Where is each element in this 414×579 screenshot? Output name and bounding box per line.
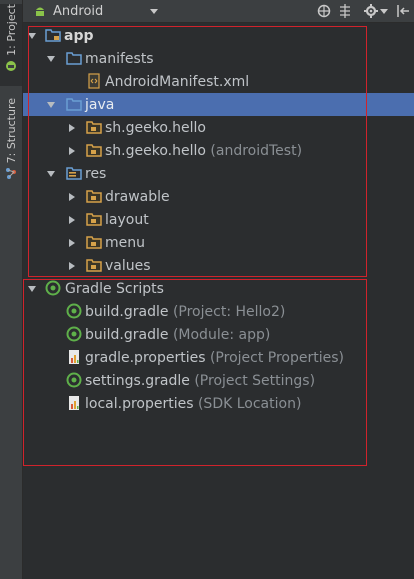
tree-item-label: Gradle Scripts: [65, 280, 164, 297]
expand-arrow-icon[interactable]: [46, 100, 56, 110]
folder-icon: [66, 96, 82, 112]
expand-arrow-icon[interactable]: [67, 215, 77, 225]
tree-item-label: values: [105, 257, 151, 274]
tree-item-label: app: [64, 27, 94, 44]
expand-arrow-icon[interactable]: [67, 261, 77, 271]
tree-item-label: java: [85, 96, 115, 113]
tree-item-label: gradle.properties: [85, 349, 206, 366]
tree-item-layout[interactable]: layout: [23, 208, 414, 231]
structure-icon: [6, 168, 16, 180]
project-toolbar: Android: [23, 0, 414, 23]
android-project-icon: [6, 60, 16, 71]
tree-item-label: build.gradle: [85, 326, 169, 343]
folder-icon: [86, 188, 102, 204]
collapse-all-icon[interactable]: [337, 3, 353, 19]
view-mode-label: Android: [53, 3, 104, 19]
tree-item-label: sh.geeko.hello: [105, 142, 206, 159]
tree-item-label: layout: [105, 211, 149, 228]
tree-item-android-manifest[interactable]: AndroidManifest.xml: [23, 70, 414, 93]
tree-item-settings-gradle[interactable]: settings.gradle (Project Settings): [23, 369, 414, 392]
gradle-icon: [66, 303, 82, 319]
tab-project[interactable]: 1: Project: [0, 4, 22, 86]
tree-item-hint: (Project Settings): [194, 372, 316, 389]
tree-item-local-properties[interactable]: local.properties (SDK Location): [23, 392, 414, 415]
tree-item-gradle-scripts[interactable]: Gradle Scripts: [23, 277, 414, 300]
scroll-from-source-icon[interactable]: [316, 3, 332, 19]
package-folder-icon: [86, 119, 102, 135]
gradle-icon: [66, 326, 82, 342]
expand-arrow-icon[interactable]: [67, 146, 77, 156]
settings-dropdown-icon[interactable]: [379, 3, 389, 19]
tool-window-strip: 1: Project 7: Structure: [0, 0, 23, 579]
module-folder-icon: [45, 27, 61, 43]
tree-item-gradle-properties[interactable]: gradle.properties (Project Properties): [23, 346, 414, 369]
hide-icon[interactable]: [395, 3, 411, 19]
tree-item-hint: (androidTest): [210, 142, 303, 159]
properties-file-icon: [66, 349, 82, 365]
tab-structure-label: 7: Structure: [4, 98, 18, 164]
expand-arrow-icon[interactable]: [67, 238, 77, 248]
tab-structure[interactable]: 7: Structure: [0, 98, 22, 188]
tree-item-menu[interactable]: menu: [23, 231, 414, 254]
resource-folder-icon: [66, 165, 82, 181]
tree-item-label: res: [85, 165, 107, 182]
tree-item-hint: (Project Properties): [209, 349, 344, 366]
expand-arrow-icon[interactable]: [67, 192, 77, 202]
folder-icon: [66, 50, 82, 66]
tree-item-label: menu: [105, 234, 145, 251]
chevron-down-icon: [150, 9, 159, 14]
view-mode-dropdown[interactable]: Android: [33, 2, 159, 20]
expand-arrow-icon[interactable]: [27, 284, 37, 294]
tree-item-label: AndroidManifest.xml: [105, 73, 250, 90]
tree-item-label: drawable: [105, 188, 170, 205]
package-folder-icon: [86, 142, 102, 158]
tree-item-hint: (Project: Hello2): [172, 303, 286, 320]
gradle-icon: [66, 372, 82, 388]
tree-item-label: build.gradle: [85, 303, 169, 320]
folder-icon: [86, 234, 102, 250]
tree-item-hint: (SDK Location): [197, 395, 302, 412]
folder-icon: [86, 211, 102, 227]
project-tree: app manifests AndroidManifest.xml java s…: [23, 24, 414, 579]
expand-arrow-icon[interactable]: [27, 31, 37, 41]
expand-arrow-icon[interactable]: [46, 54, 56, 64]
tree-item-res[interactable]: res: [23, 162, 414, 185]
tree-item-manifests[interactable]: manifests: [23, 47, 414, 70]
tree-item-package[interactable]: sh.geeko.hello: [23, 116, 414, 139]
tab-project-label: 1: Project: [4, 4, 18, 56]
tree-item-build-gradle-module[interactable]: build.gradle (Module: app): [23, 323, 414, 346]
tree-item-hint: (Module: app): [172, 326, 271, 343]
tree-item-drawable[interactable]: drawable: [23, 185, 414, 208]
tree-item-label: manifests: [85, 50, 154, 67]
tree-item-app[interactable]: app: [23, 24, 414, 47]
tree-item-package-test[interactable]: sh.geeko.hello (androidTest): [23, 139, 414, 162]
android-icon: [36, 7, 44, 16]
gradle-icon: [45, 280, 61, 296]
tree-item-build-gradle-project[interactable]: build.gradle (Project: Hello2): [23, 300, 414, 323]
tree-item-java[interactable]: java: [23, 93, 414, 116]
expand-arrow-icon[interactable]: [46, 169, 56, 179]
folder-icon: [86, 257, 102, 273]
tree-item-label: local.properties: [85, 395, 194, 412]
tree-item-label: sh.geeko.hello: [105, 119, 206, 136]
properties-file-icon: [66, 395, 82, 411]
xml-file-icon: [86, 73, 102, 89]
expand-arrow-icon[interactable]: [67, 123, 77, 133]
tree-item-label: settings.gradle: [85, 372, 190, 389]
tree-item-values[interactable]: values: [23, 254, 414, 277]
settings-icon[interactable]: [363, 3, 379, 19]
